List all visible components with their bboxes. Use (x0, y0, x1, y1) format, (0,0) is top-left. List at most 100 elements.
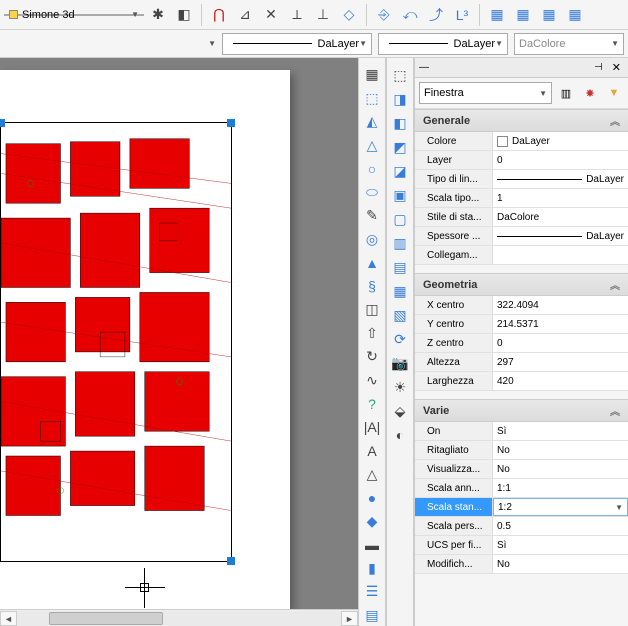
sphere-icon[interactable]: ○ (360, 158, 384, 180)
bottom-view-icon[interactable]: ▢ (388, 208, 412, 230)
triangle-icon[interactable]: △ (360, 464, 384, 486)
slice-icon[interactable]: ▬ (360, 534, 384, 556)
prop-value[interactable]: 214.5371 (493, 315, 628, 333)
prop-value[interactable]: 0.5 (493, 517, 628, 535)
snap-intersection-icon[interactable]: ✕ (259, 3, 283, 27)
snap-node-icon[interactable]: ◇ (337, 3, 361, 27)
prop-ucsperfi[interactable]: UCS per fi... Sì (415, 536, 628, 555)
helix-icon[interactable]: § (360, 276, 384, 298)
pin-icon[interactable]: ⊣ (594, 62, 603, 73)
box-icon[interactable]: ⬚ (360, 88, 384, 110)
iso-nw-icon[interactable]: ◪ (388, 160, 412, 182)
prop-value[interactable]: 1 (493, 189, 628, 207)
materials-icon[interactable]: ⬙ (388, 400, 412, 422)
scroll-track[interactable] (17, 611, 341, 626)
drawing-workspace[interactable]: ◄ ► (0, 58, 358, 626)
prop-colore[interactable]: Colore DaLayer (415, 132, 628, 151)
arrange-below-icon[interactable]: ▦ (563, 3, 587, 27)
prop-ritagliato[interactable]: Ritagliato No (415, 441, 628, 460)
grid-toggle-icon[interactable]: ▦ (360, 64, 384, 86)
prop-scalatipo[interactable]: Scala tipo... 1 (415, 189, 628, 208)
viewport-grip[interactable] (227, 557, 235, 565)
pick-add-icon[interactable]: ✸ (580, 83, 600, 103)
color-combo[interactable]: DaColore ▼ (514, 33, 624, 55)
camera-icon[interactable]: 📷 (388, 352, 412, 374)
orbit-icon[interactable]: ⟳ (388, 328, 412, 350)
prop-value[interactable]: 1:1 (493, 479, 628, 497)
iso-sw-icon[interactable]: ◨ (388, 88, 412, 110)
prop-modifich[interactable]: Modifich... No (415, 555, 628, 574)
extrude-icon[interactable]: ⇧ (360, 323, 384, 345)
linetype-combo-2[interactable]: DaLayer ▼ (378, 33, 508, 55)
properties-titlebar[interactable]: — ⊣ ✕ (415, 58, 628, 78)
chevron-down-icon[interactable]: ▼ (615, 503, 623, 512)
text-icon[interactable]: A (360, 440, 384, 462)
prop-value[interactable]: 420 (493, 372, 628, 390)
prop-value[interactable]: No (493, 441, 628, 459)
top-view-icon[interactable]: ▣ (388, 184, 412, 206)
arrange-above-icon[interactable]: ▦ (537, 3, 561, 27)
cone-icon[interactable]: △ (360, 135, 384, 157)
solid-sphere-icon[interactable]: ● (360, 487, 384, 509)
section-geometria[interactable]: Geometria ︽ (415, 273, 628, 296)
iso-ne-icon[interactable]: ◩ (388, 136, 412, 158)
prop-value[interactable]: 0 (493, 151, 628, 169)
arrange-back-icon[interactable]: ▦ (511, 3, 535, 27)
prop-tipolinea[interactable]: Tipo di lin... DaLayer (415, 170, 628, 189)
prop-collegam[interactable]: Collegam... (415, 246, 628, 265)
prop-value[interactable]: 297 (493, 353, 628, 371)
prop-xcentro[interactable]: X centro 322.4094 (415, 296, 628, 315)
prop-altezza[interactable]: Altezza 297 (415, 353, 628, 372)
snap-midpoint-icon[interactable]: ⟂ (285, 3, 309, 27)
prop-value[interactable]: DaLayer (493, 170, 628, 188)
prop-value[interactable] (493, 246, 628, 264)
prop-layer[interactable]: Layer 0 (415, 151, 628, 170)
iso-se-icon[interactable]: ◧ (388, 112, 412, 134)
prop-spessore[interactable]: Spessore ... DaLayer (415, 227, 628, 246)
wedge-icon[interactable]: ◭ (360, 111, 384, 133)
revolve-icon[interactable]: ↻ (360, 346, 384, 368)
snap-endpoint-icon[interactable]: ⊿ (233, 3, 257, 27)
chevron-down-icon[interactable]: ▼ (208, 39, 216, 48)
drag-handle-icon[interactable]: — (419, 62, 429, 73)
loft-icon[interactable]: ☰ (360, 581, 384, 603)
layer-states-icon[interactable]: ◧ (172, 3, 196, 27)
scroll-left-icon[interactable]: ◄ (0, 611, 17, 626)
info-icon[interactable]: ? (360, 393, 384, 415)
prop-value[interactable]: DaColore (493, 208, 628, 226)
prop-visualizza[interactable]: Visualizza... No (415, 460, 628, 479)
prop-value[interactable]: 322.4094 (493, 296, 628, 314)
scroll-thumb[interactable] (49, 612, 162, 625)
prop-value[interactable]: 1:2 ▼ (493, 498, 628, 516)
ucs-object-icon[interactable]: ⤴ (424, 3, 448, 27)
snap-perpendicular-icon[interactable]: ⊥ (311, 3, 335, 27)
prop-value[interactable]: No (493, 555, 628, 573)
prop-zcentro[interactable]: Z centro 0 (415, 334, 628, 353)
render-icon[interactable]: ◐ (388, 424, 412, 446)
brush-icon[interactable]: ✎ (360, 205, 384, 227)
prop-value[interactable]: 0 (493, 334, 628, 352)
left-view-icon[interactable]: ▥ (388, 232, 412, 254)
polysolid-icon[interactable]: ▮ (360, 558, 384, 580)
prop-value[interactable]: DaLayer (493, 227, 628, 245)
prop-value[interactable]: DaLayer (493, 132, 628, 150)
filter-icon[interactable]: ▼ (604, 83, 624, 103)
prop-ycentro[interactable]: Y centro 214.5371 (415, 315, 628, 334)
viewport-grip[interactable] (227, 119, 235, 127)
cylinder-icon[interactable]: ⬭ (360, 182, 384, 204)
magnet-icon[interactable]: ⋂ (207, 3, 231, 27)
prop-stilestampa[interactable]: Stile di sta... DaColore (415, 208, 628, 227)
scroll-right-icon[interactable]: ► (341, 611, 358, 626)
prop-scalapers[interactable]: Scala pers... 0.5 (415, 517, 628, 536)
arrange-front-icon[interactable]: ▦ (485, 3, 509, 27)
pyramid-icon[interactable]: ▲ (360, 252, 384, 274)
linetype-combo-1[interactable]: DaLayer ▼ (222, 33, 372, 55)
section-general[interactable]: Generale ︽ (415, 109, 628, 132)
region-icon[interactable]: ▤ (360, 605, 384, 626)
torus-icon[interactable]: ◎ (360, 229, 384, 251)
quick-select-icon[interactable]: ▥ (556, 83, 576, 103)
prop-scalastand[interactable]: Scala stan... 1:2 ▼ (415, 498, 628, 517)
section-varie[interactable]: Varie ︽ (415, 399, 628, 422)
solid-box-icon[interactable]: ◆ (360, 511, 384, 533)
prop-value[interactable]: Sì (493, 422, 628, 440)
